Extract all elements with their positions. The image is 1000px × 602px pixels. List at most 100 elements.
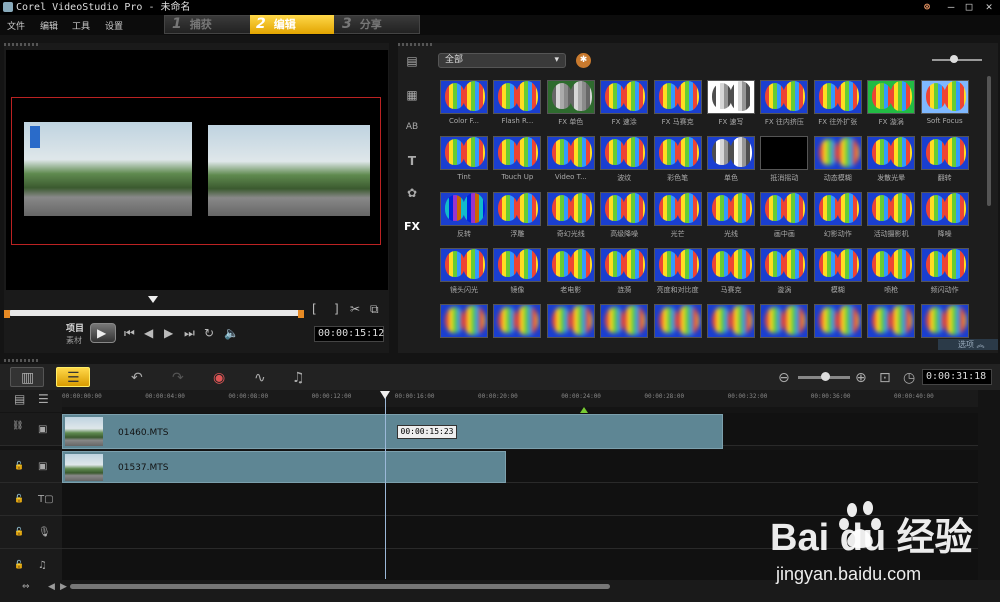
next-frame-icon[interactable]: ▶ [164,326,173,340]
auto-music-icon[interactable]: ♫ [292,370,305,386]
clip-01460[interactable]: 01460.MTS [62,414,723,449]
music-track-icon[interactable]: ♫ [38,560,47,571]
baidu-orb-icon[interactable]: ⊛ [920,0,934,14]
zoom-knob[interactable] [821,372,830,381]
fx-thumbnail[interactable]: Tint [440,136,488,184]
tab-edit[interactable]: 2 编辑 [250,15,334,34]
fx-thumbnail[interactable]: FX 往内挤压 [760,80,809,128]
title-track-icon[interactable]: T▢ [38,494,54,505]
fx-thumbnail[interactable]: 亮度和对比度 [653,248,702,296]
fx-thumbnail[interactable]: FX 单色 [546,80,595,128]
fit-track-icon[interactable]: ⇔ [22,582,30,592]
fx-thumbnail[interactable]: 活动摄影机 [867,192,916,240]
minimize-button[interactable]: – [944,0,958,14]
fx-thumbnail[interactable]: 喷枪 [867,248,916,296]
fx-thumbnail[interactable]: 奇幻光线 [546,192,595,240]
fx-thumbnail[interactable] [546,304,595,352]
fx-thumbnail[interactable]: 模糊 [813,248,862,296]
fx-thumbnail[interactable]: FX 往外扩张 [813,80,862,128]
lock-icon[interactable]: 🔓 [14,527,24,536]
scrubber-bar[interactable] [8,310,302,316]
playhead-line[interactable] [385,396,386,579]
library-grip[interactable] [398,43,434,46]
lock-icon[interactable]: 🔓 [14,560,24,569]
menu-settings[interactable]: 设置 [105,19,123,32]
fx-thumbnail[interactable]: 镜头闪光 [440,248,488,296]
fx-thumbnail[interactable]: 光线 [707,192,755,240]
fx-thumbnail[interactable] [867,304,916,352]
track-manager-icon[interactable]: ▤ [14,392,25,406]
fx-thumbnail[interactable]: 老电影 [546,248,595,296]
fx-thumbnail[interactable]: FX 速写 [707,80,755,128]
graphics-icon[interactable]: ✿ [403,186,421,201]
fx-thumbnail[interactable]: 单色 [707,136,755,184]
fx-thumbnail[interactable]: 光芒 [653,192,702,240]
fx-thumbnail[interactable]: 翻转 [920,136,969,184]
fx-thumbnail[interactable]: Touch Up [493,136,542,184]
library-scrollbar[interactable] [987,76,991,206]
fx-thumbnail[interactable]: FX 速涂 [600,80,649,128]
scissors-icon[interactable]: ✂ [350,302,360,316]
fx-thumbnail[interactable]: FX 漩涡 [867,80,916,128]
browse-icon[interactable]: ✱ [576,53,591,68]
fx-thumbnail[interactable]: 彩色笔 [653,136,702,184]
zoom-out-icon[interactable]: ⊖ [778,370,790,386]
panel-grip[interactable] [4,43,40,46]
maximize-button[interactable]: □ [962,0,976,14]
fx-thumbnail[interactable]: 涟漪 [600,248,649,296]
time-ruler[interactable]: 00:00:00:00 00:00:04:00 00:00:08:00 00:00:1… [62,390,978,407]
link-icon[interactable]: ⛓ [12,421,23,431]
trim-end-handle[interactable] [298,310,304,318]
fit-project-icon[interactable]: ⊡ [879,370,891,386]
fx-thumbnail[interactable] [440,304,488,352]
fx-thumbnail[interactable] [813,304,862,352]
fx-thumbnail[interactable]: 抵消摇动 [760,136,809,184]
title-icon[interactable]: T [403,154,421,169]
film-icon[interactable]: ▦ [403,88,421,103]
prev-frame-icon[interactable]: ◀ [144,326,153,340]
volume-icon[interactable]: 🔈 [224,326,239,340]
fx-thumbnail[interactable] [653,304,702,352]
chapter-icon[interactable]: ☰ [38,392,49,406]
fx-thumbnail[interactable]: 马赛克 [707,248,755,296]
video-track-icon[interactable]: ▣ [38,424,47,435]
scroll-left-icon[interactable]: ◀ [48,582,55,592]
fx-thumbnail[interactable]: 发散光晕 [867,136,916,184]
fx-thumbnail[interactable]: 反转 [440,192,488,240]
fx-thumbnail[interactable]: 动态模糊 [813,136,862,184]
clip-01537[interactable]: 01537.MTS [62,451,506,483]
fx-thumbnail[interactable]: Flash R... [493,80,542,128]
fx-thumbnail[interactable]: 降噪 [920,192,969,240]
skip-start-icon[interactable]: ⏮ [124,326,135,341]
menu-tools[interactable]: 工具 [72,19,90,32]
audio-mixer-icon[interactable]: ∿ [254,370,266,386]
fx-thumbnail[interactable]: 频闪动作 [920,248,969,296]
mode-clip[interactable]: 素材 [66,335,82,346]
fx-thumbnail[interactable] [707,304,755,352]
overlay-track-icon[interactable]: ▣ [38,461,47,472]
fx-thumbnail[interactable] [493,304,542,352]
fx-thumbnail[interactable] [760,304,809,352]
trim-marker-icon[interactable] [148,296,158,303]
fx-thumbnail[interactable]: 漩涡 [760,248,809,296]
mark-out-button[interactable]: ] [334,302,339,316]
timeline-grip[interactable] [4,359,40,362]
fx-thumbnail[interactable]: 波纹 [600,136,649,184]
fx-thumbnail[interactable]: Soft Focus [920,80,969,128]
fx-icon[interactable]: FX [403,220,421,235]
enlarge-icon[interactable]: ⧉ [370,302,379,317]
redo-icon[interactable]: ↷ [172,370,184,386]
transition-icon[interactable]: AB [403,122,421,137]
record-icon[interactable]: ◉ [213,370,225,386]
close-button[interactable]: ✕ [982,0,996,14]
repeat-icon[interactable]: ↻ [204,326,214,340]
mode-project[interactable]: 项目 [66,321,84,334]
trim-start-handle[interactable] [4,310,10,318]
fx-thumbnail[interactable]: Video T... [546,136,595,184]
undo-icon[interactable]: ↶ [131,370,143,386]
slider-knob[interactable] [950,55,958,63]
fx-thumbnail[interactable] [600,304,649,352]
playhead-handle-icon[interactable] [380,391,390,399]
media-icon[interactable]: ▤ [403,54,421,69]
preview-timecode[interactable]: 00:00:15:12 [314,326,384,342]
